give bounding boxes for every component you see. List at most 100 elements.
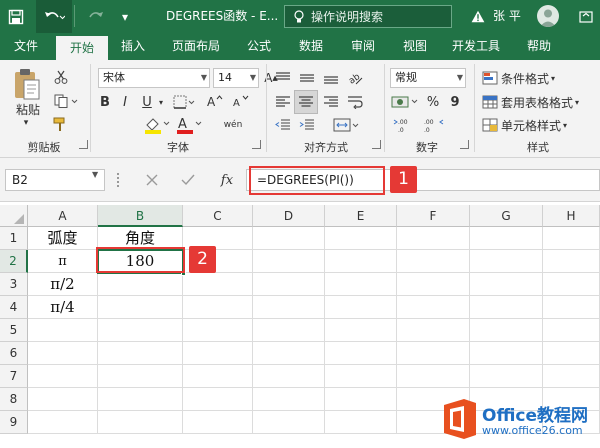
paste-dropdown-icon[interactable]: ▾: [16, 117, 36, 129]
empty-cell[interactable]: [397, 227, 470, 250]
empty-cell[interactable]: [543, 296, 600, 319]
empty-cell[interactable]: [397, 296, 470, 319]
empty-cell[interactable]: [183, 365, 253, 388]
empty-cell[interactable]: [253, 365, 325, 388]
clipboard-launcher-icon[interactable]: [79, 140, 88, 149]
cut-icon[interactable]: [52, 68, 70, 86]
row-header-1[interactable]: 1: [0, 227, 28, 250]
empty-cell[interactable]: [98, 319, 183, 342]
empty-cell[interactable]: [183, 342, 253, 365]
empty-cell[interactable]: [253, 273, 325, 296]
cell-styles-button[interactable]: 单元格样式 ▾: [482, 115, 592, 135]
empty-cell[interactable]: [28, 411, 98, 434]
comma-style-button[interactable]: 9: [446, 92, 464, 112]
empty-cell[interactable]: [98, 296, 183, 319]
row-header-4[interactable]: 4: [0, 296, 28, 319]
empty-cell[interactable]: [183, 411, 253, 434]
name-box-dropdown-icon[interactable]: ▼: [92, 170, 98, 179]
align-bottom-icon[interactable]: [320, 68, 342, 88]
underline-dropdown-icon[interactable]: ▾: [156, 92, 166, 112]
empty-cell[interactable]: [543, 365, 600, 388]
column-header-g[interactable]: G: [470, 205, 543, 227]
empty-cell[interactable]: [28, 388, 98, 411]
select-all-corner[interactable]: [0, 205, 28, 227]
empty-cell[interactable]: [397, 365, 470, 388]
tab-view[interactable]: 视图: [390, 33, 440, 60]
empty-cell[interactable]: [397, 342, 470, 365]
tab-home[interactable]: 开始: [56, 36, 108, 60]
column-header-h[interactable]: H: [543, 205, 600, 227]
tab-formulas[interactable]: 公式: [234, 33, 284, 60]
redo-button[interactable]: [80, 0, 114, 33]
row-header-5[interactable]: 5: [0, 319, 28, 342]
search-input[interactable]: [311, 9, 441, 24]
user-name[interactable]: 张 平: [493, 0, 521, 33]
underline-button[interactable]: U: [138, 92, 156, 112]
customize-quick-access-icon[interactable]: ▾: [116, 0, 134, 33]
empty-cell[interactable]: [325, 296, 397, 319]
empty-cell[interactable]: [325, 319, 397, 342]
empty-cell[interactable]: [253, 319, 325, 342]
number-format-select[interactable]: 常规 ▼: [390, 68, 466, 88]
paste-icon[interactable]: [8, 66, 46, 102]
column-header-f[interactable]: F: [397, 205, 470, 227]
tab-insert[interactable]: 插入: [110, 33, 156, 60]
conditional-format-button[interactable]: 条件格式 ▾: [482, 68, 592, 88]
percent-button[interactable]: %: [424, 92, 442, 112]
format-painter-icon[interactable]: [52, 115, 70, 133]
increase-indent-icon[interactable]: [296, 115, 318, 135]
paste-button[interactable]: 粘贴: [8, 100, 48, 118]
align-middle-icon[interactable]: [296, 68, 318, 88]
align-top-icon[interactable]: [272, 68, 294, 88]
format-as-table-button[interactable]: 套用表格格式 ▾: [482, 92, 600, 112]
empty-cell[interactable]: [543, 319, 600, 342]
alignment-launcher-icon[interactable]: [372, 140, 381, 149]
empty-cell[interactable]: [470, 296, 543, 319]
row-header-9[interactable]: 9: [0, 411, 28, 434]
column-header-c[interactable]: C: [183, 205, 253, 227]
empty-cell[interactable]: [98, 273, 183, 296]
empty-cell[interactable]: [470, 273, 543, 296]
empty-cell[interactable]: [28, 319, 98, 342]
empty-cell[interactable]: [253, 227, 325, 250]
column-header-a[interactable]: A: [28, 205, 98, 227]
empty-cell[interactable]: [253, 250, 325, 273]
cell-a4[interactable]: π/4: [28, 296, 98, 319]
save-icon[interactable]: [4, 0, 28, 33]
number-launcher-icon[interactable]: [460, 140, 469, 149]
empty-cell[interactable]: [98, 342, 183, 365]
merge-center-icon[interactable]: [332, 115, 360, 135]
search-box[interactable]: [284, 5, 452, 28]
tab-file[interactable]: 文件: [0, 33, 52, 60]
empty-cell[interactable]: [325, 227, 397, 250]
empty-cell[interactable]: [183, 296, 253, 319]
empty-cell[interactable]: [98, 365, 183, 388]
ribbon-display-options-icon[interactable]: [574, 0, 598, 33]
bold-button[interactable]: B: [96, 92, 114, 112]
phonetic-guide-button[interactable]: wén: [216, 115, 250, 135]
copy-icon[interactable]: [52, 92, 80, 110]
empty-cell[interactable]: [253, 342, 325, 365]
fill-color-icon[interactable]: [144, 115, 170, 135]
align-center-button[interactable]: [294, 90, 318, 114]
italic-button[interactable]: I: [116, 92, 134, 112]
font-launcher-icon[interactable]: [252, 140, 261, 149]
cell-a2[interactable]: π: [28, 250, 98, 273]
align-left-icon[interactable]: [272, 92, 294, 112]
empty-cell[interactable]: [325, 365, 397, 388]
increase-decimal-icon[interactable]: .00.0: [392, 115, 418, 135]
insert-function-button[interactable]: fx: [214, 169, 240, 191]
align-right-icon[interactable]: [320, 92, 342, 112]
borders-icon[interactable]: [172, 92, 196, 112]
empty-cell[interactable]: [98, 388, 183, 411]
undo-button[interactable]: [36, 0, 72, 33]
empty-cell[interactable]: [98, 411, 183, 434]
empty-cell[interactable]: [325, 273, 397, 296]
empty-cell[interactable]: [253, 411, 325, 434]
enter-icon[interactable]: [176, 170, 200, 190]
row-header-6[interactable]: 6: [0, 342, 28, 365]
font-size-select[interactable]: 14 ▼: [213, 68, 259, 88]
empty-cell[interactable]: [470, 227, 543, 250]
empty-cell[interactable]: [183, 319, 253, 342]
empty-cell[interactable]: [183, 273, 253, 296]
